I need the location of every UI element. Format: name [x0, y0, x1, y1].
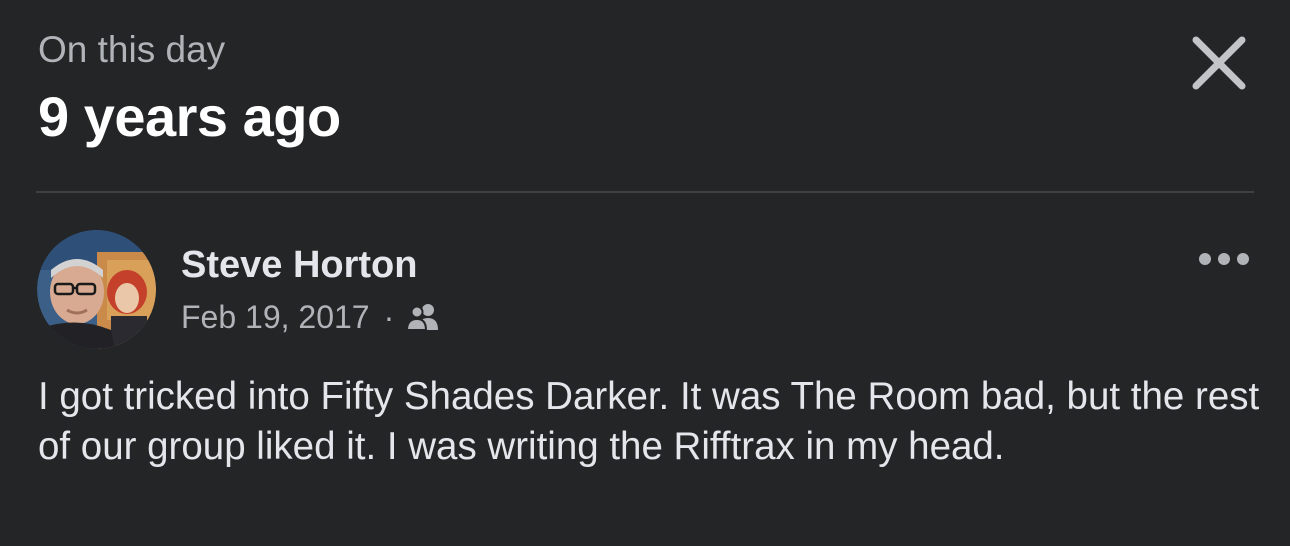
profile-photo-icon [37, 230, 156, 349]
close-icon [1192, 36, 1246, 90]
post-meta: Feb 19, 2017 · [181, 295, 440, 339]
more-options-button[interactable] [1196, 246, 1252, 272]
more-options-icon [1199, 253, 1249, 265]
header-divider [36, 191, 1254, 193]
header-title: 9 years ago [38, 85, 341, 148]
author-avatar[interactable] [37, 230, 156, 349]
header: On this day 9 years ago [38, 28, 341, 148]
memory-dialog: On this day 9 years ago Steve Horton Feb… [0, 0, 1290, 546]
close-button[interactable] [1184, 28, 1254, 98]
post-text: I got tricked into Fifty Shades Darker. … [38, 375, 1260, 468]
author-name[interactable]: Steve Horton [181, 240, 417, 290]
post-date[interactable]: Feb 19, 2017 [181, 295, 370, 339]
meta-separator: · [383, 299, 395, 335]
header-subtitle: On this day [38, 29, 226, 70]
friends-icon[interactable] [406, 302, 440, 332]
